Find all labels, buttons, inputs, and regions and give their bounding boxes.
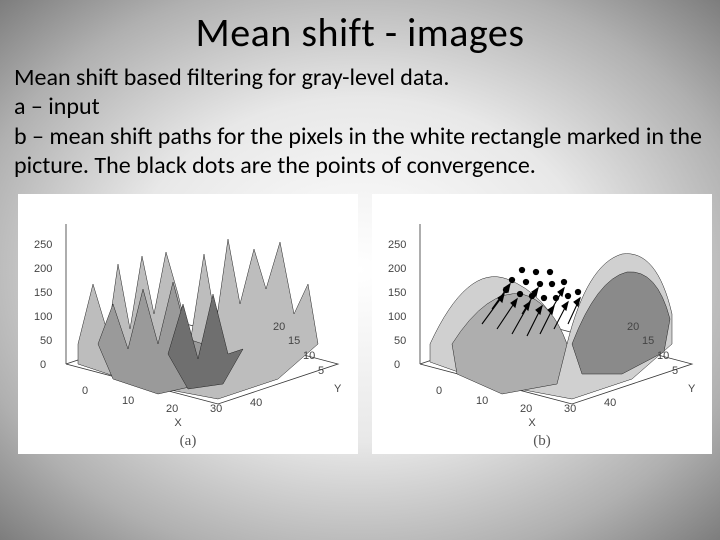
figure-a: 0 50 100 150 200 250 X Y 0 (18, 194, 358, 454)
fig-b-x1: 10 (476, 395, 488, 407)
figure-row: 0 50 100 150 200 250 X Y 0 (0, 180, 720, 454)
fig-a-x1: 10 (122, 395, 134, 407)
figure-b-plot: 0 50 100 150 200 250 (372, 194, 712, 434)
fig-a-z4: 200 (34, 263, 52, 275)
fig-b-x3: 30 (564, 403, 576, 415)
body-line-3: b – mean shift paths for the pixels in t… (14, 122, 702, 181)
fig-a-z2: 100 (34, 311, 52, 323)
fig-a-x0: 0 (82, 385, 88, 397)
figure-a-plot: 0 50 100 150 200 250 X Y 0 (18, 194, 358, 434)
fig-a-z0: 0 (40, 359, 46, 371)
fig-a-y1: 10 (303, 350, 315, 362)
body-text: Mean shift based filtering for gray-leve… (0, 57, 720, 180)
fig-a-y2: 15 (288, 335, 300, 347)
fig-b-z4: 200 (388, 263, 406, 275)
fig-b-z3: 150 (388, 287, 406, 299)
fig-a-xlabel: X (174, 417, 182, 429)
fig-a-y0: 5 (318, 365, 324, 377)
fig-a-z1: 50 (40, 335, 52, 347)
fig-b-y2: 15 (642, 335, 654, 347)
fig-b-y0: 5 (672, 365, 678, 377)
body-line-2: a – input (14, 92, 702, 121)
fig-b-ylabel: Y (688, 383, 696, 395)
fig-b-x0: 0 (436, 385, 442, 397)
fig-a-z5: 250 (34, 239, 52, 251)
figure-b: 0 50 100 150 200 250 (372, 194, 712, 454)
fig-b-y1: 10 (657, 350, 669, 362)
fig-b-xlabel: X (528, 417, 536, 429)
fig-a-ylabel: Y (334, 383, 342, 395)
fig-a-x4: 40 (250, 397, 262, 409)
fig-b-x4: 40 (604, 397, 616, 409)
fig-a-x3: 30 (210, 403, 222, 415)
fig-b-y3: 20 (627, 321, 639, 333)
page-title: Mean shift - images (0, 0, 720, 57)
figure-b-caption: (b) (372, 433, 712, 450)
fig-b-z0: 0 (394, 359, 400, 371)
fig-a-z3: 150 (34, 287, 52, 299)
fig-b-x2: 20 (520, 403, 532, 415)
fig-a-y3: 20 (273, 321, 285, 333)
fig-a-x2: 20 (166, 403, 178, 415)
fig-b-z1: 50 (394, 335, 406, 347)
fig-b-z2: 100 (388, 311, 406, 323)
fig-b-z5: 250 (388, 239, 406, 251)
body-line-1: Mean shift based filtering for gray-leve… (14, 63, 702, 92)
figure-a-caption: (a) (18, 433, 358, 450)
